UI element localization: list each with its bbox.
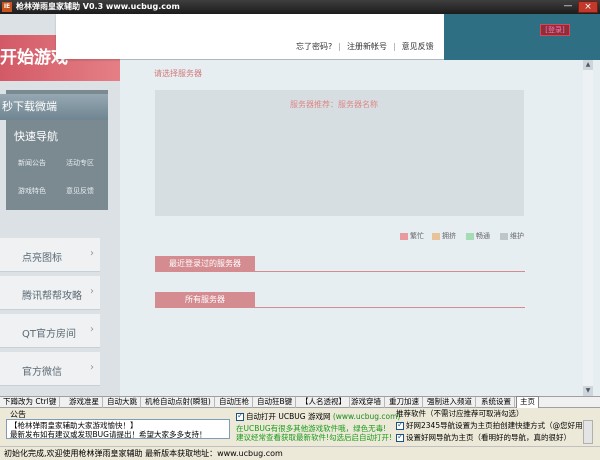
recommend-scrollbar[interactable]: [583, 420, 593, 444]
auto-open-label: 自动打开 UCBUG 游戏网: [246, 412, 331, 421]
sidebar-item-label: QT官方房间: [22, 329, 76, 340]
all-servers-tab[interactable]: 所有服务器: [155, 292, 255, 308]
forgot-password-link[interactable]: 忘了密码?: [296, 41, 332, 52]
legend-swatch: [432, 232, 440, 240]
legend-busy: 繁忙: [400, 231, 424, 241]
login-link-panel: [56, 14, 444, 59]
legend-label: 拥挤: [442, 232, 456, 240]
recommend-option-label: 设置好网导航为主页（看明好的导航，真的很好）: [406, 433, 571, 442]
header-links: 忘了密码? | 注册新帐号 | 意见反馈: [296, 41, 434, 52]
recent-servers-tab[interactable]: 最近登录过的服务器: [155, 256, 255, 272]
tab-recoil[interactable]: 自动压枪: [216, 397, 253, 408]
fast-nav-heading: 快速导航: [14, 130, 58, 143]
tab-knife-speed[interactable]: 重刀加速: [386, 397, 423, 408]
login-badge[interactable]: [登录]: [540, 24, 570, 36]
sidebar-link-features[interactable]: 游戏特色: [18, 186, 46, 196]
legend-label: 繁忙: [410, 232, 424, 240]
feedback-link[interactable]: 意见反馈: [402, 41, 434, 52]
legend-label: 畅通: [476, 232, 490, 240]
status-bar: 初始化完成,欢迎使用枪林弹雨皇家辅助 最新版本获取地址：www.ucbug.co…: [0, 446, 600, 460]
tab-auto-jump[interactable]: 自动大跳: [104, 397, 141, 408]
sidebar-item-label: 官方微信: [22, 367, 62, 378]
legend-label: 维护: [510, 232, 524, 240]
window-title: 枪林弹雨皇家辅助 V0.3 www.ucbug.com: [16, 2, 180, 11]
green-note: 在UCBUG有很多其他游戏软件哦，绿色无毒!建议经常查看获取最新软件!勾选后启自…: [236, 424, 393, 442]
chevron-right-icon: ›: [90, 248, 94, 259]
select-server-label: 请选择服务器: [154, 69, 202, 78]
tab-wall-hack[interactable]: 游戏穿墙: [348, 397, 385, 408]
tab-auto-b[interactable]: 自动狂B键: [254, 397, 297, 408]
tab-home[interactable]: 主页: [516, 396, 539, 408]
server-recommend-text: 服务器推荐：服务器名称: [290, 100, 378, 109]
notice-line: 最新发布如有建议或发现BUG请提出！希望大家多多支持！: [10, 430, 207, 439]
section-divider: [155, 307, 525, 308]
sidebar-item-guide[interactable]: 腾讯帮帮攻略 ›: [0, 276, 100, 310]
link-separator: |: [392, 42, 396, 51]
tab-crouch-ctrl[interactable]: 下蹲改为 Ctrl键: [0, 397, 61, 408]
title-bar: IE 枪林弹雨皇家辅助 V0.3 www.ucbug.com — ×: [0, 0, 600, 14]
legend-crowded: 拥挤: [432, 231, 456, 241]
sidebar-item-label: 点亮图标: [22, 253, 62, 264]
sidebar-item-icons[interactable]: 点亮图标 ›: [0, 238, 100, 272]
tab-settings[interactable]: 系统设置: [478, 397, 515, 408]
legend-swatch: [400, 232, 408, 240]
section-divider: [155, 271, 525, 272]
tab-force-channel[interactable]: 强制进入频道: [424, 397, 476, 408]
register-link[interactable]: 注册新帐号: [347, 41, 387, 52]
chevron-right-icon: ›: [90, 324, 94, 335]
minimize-button[interactable]: —: [560, 1, 576, 13]
recommend-checkbox[interactable]: [396, 420, 404, 430]
legend-maintenance: 维护: [500, 231, 524, 241]
sidebar-link-feedback[interactable]: 意见反馈: [66, 186, 94, 196]
recommend-option-2[interactable]: 设置好网导航为主页（看明好的导航，真的很好）: [396, 432, 571, 443]
scroll-up-icon[interactable]: ▲: [583, 60, 593, 70]
app-logo-icon: IE: [2, 2, 12, 12]
notice-line: 【枪林弹雨皇家辅助大家游戏愉快！】: [10, 421, 138, 430]
chevron-right-icon: ›: [90, 286, 94, 297]
auto-open-site: (www.ucbug.com): [332, 412, 401, 421]
tab-auto-fire[interactable]: 机枪自动点射(瞬狙): [142, 397, 215, 408]
sidebar-item-wechat[interactable]: 官方微信 ›: [0, 352, 100, 386]
sidebar-item-label: 腾讯帮帮攻略: [22, 291, 82, 302]
recommend-checkbox[interactable]: [396, 432, 404, 442]
legend-swatch: [466, 232, 474, 240]
vertical-scrollbar[interactable]: [583, 60, 593, 396]
close-button[interactable]: ×: [578, 1, 598, 13]
scroll-down-icon[interactable]: ▼: [583, 386, 593, 396]
legend-swatch: [500, 232, 508, 240]
recommend-option-label: 好网2345导航设置为主页拍创建快捷方式（@您好用）: [406, 421, 591, 430]
link-separator: |: [338, 42, 341, 51]
sidebar-link-events[interactable]: 活动专区: [66, 158, 94, 168]
download-client-button[interactable]: 秒下载微端: [0, 94, 108, 120]
sidebar-item-qt-room[interactable]: QT官方房间 ›: [0, 314, 100, 348]
tab-name-esp[interactable]: 【人名透视】: [298, 397, 350, 408]
recommend-title: 推荐软件（不需讨应推荐可取消勾选）: [396, 409, 524, 418]
header-right-strip: [444, 14, 600, 60]
notice-textbox[interactable]: 【枪林弹雨皇家辅助大家游戏愉快！】 最新发布如有建议或发现BUG请提出！希望大家…: [6, 419, 230, 439]
chevron-right-icon: ›: [90, 362, 94, 373]
auto-open-checkbox[interactable]: [236, 411, 244, 421]
recommend-option-1[interactable]: 好网2345导航设置为主页拍创建快捷方式（@您好用）: [396, 420, 590, 431]
feature-tabs: 下蹲改为 Ctrl键 游戏准星 自动大跳 机枪自动点射(瞬狙) 自动压枪 自动狂…: [0, 396, 600, 408]
tab-crosshair[interactable]: 游戏准星: [66, 397, 103, 408]
legend-smooth: 畅通: [466, 231, 490, 241]
sidebar-link-news[interactable]: 新闻公告: [18, 158, 46, 168]
auto-open-option[interactable]: 自动打开 UCBUG 游戏网 (www.ucbug.com): [236, 411, 400, 422]
